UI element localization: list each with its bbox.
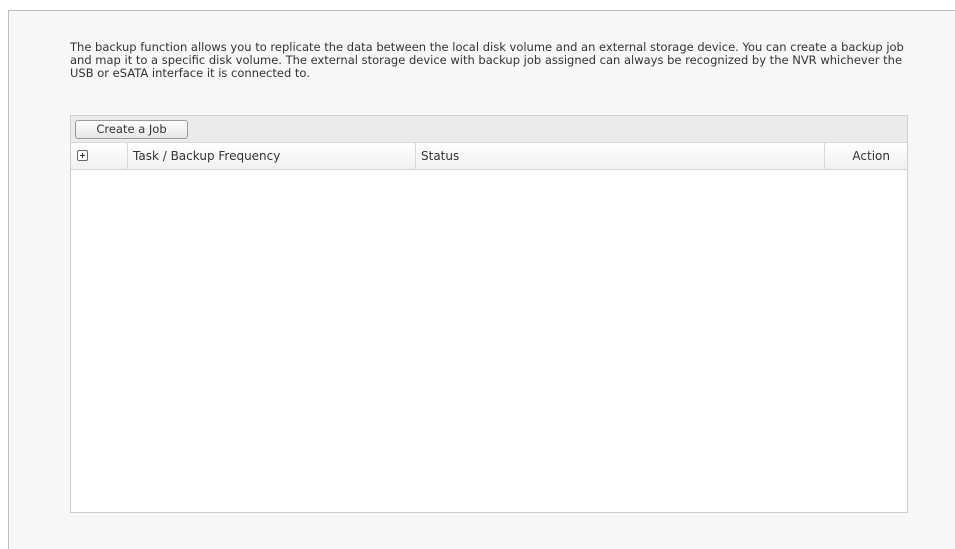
backup-jobs-panel: Create a Job Task / Backup Frequency Sta… xyxy=(70,115,908,513)
create-job-button[interactable]: Create a Job xyxy=(75,120,188,139)
toolbar: Create a Job xyxy=(71,116,907,143)
backup-description: The backup function allows you to replic… xyxy=(70,40,904,80)
column-header-action: Action xyxy=(852,149,890,163)
expand-plus-icon[interactable] xyxy=(77,150,88,161)
column-header-status[interactable]: Status xyxy=(416,143,825,169)
content-frame: The backup function allows you to replic… xyxy=(8,10,955,549)
jobs-table-body xyxy=(71,170,907,512)
table-header: Task / Backup Frequency Status Action xyxy=(71,143,907,170)
column-header-task[interactable]: Task / Backup Frequency xyxy=(128,143,416,169)
expand-all-column[interactable] xyxy=(71,143,128,169)
